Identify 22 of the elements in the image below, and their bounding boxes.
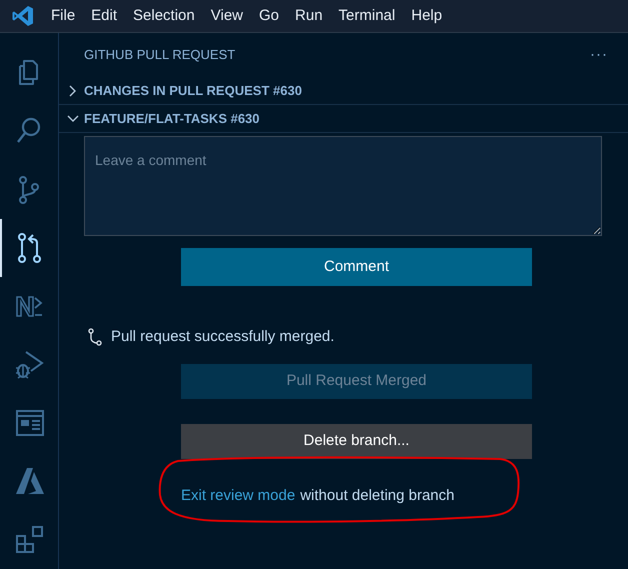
menu-item[interactable]: Run	[287, 4, 331, 28]
extensions-icon	[14, 524, 46, 556]
menu-item[interactable]: Go	[251, 4, 288, 28]
menu-item[interactable]: View	[202, 4, 251, 28]
menu-item[interactable]: Edit	[83, 4, 126, 28]
panel-title: GITHUB PULL REQUEST	[84, 46, 236, 64]
more-actions-button[interactable]: ···	[590, 44, 608, 66]
merge-icon	[88, 328, 102, 346]
menu-item[interactable]: Terminal	[330, 4, 404, 28]
run-debug-icon	[14, 348, 46, 381]
exit-review-text: without deleting branch	[300, 486, 454, 506]
menu-item[interactable]: File	[43, 4, 84, 28]
logo-icon	[11, 4, 35, 28]
comment-field[interactable]: Leave a comment	[84, 136, 602, 236]
merged-status-text: Pull request successfully merged.	[111, 327, 334, 347]
section-header[interactable]: FEATURE/FLAT-TASKS #630	[59, 105, 628, 133]
exit-review-link[interactable]: Exit review mode	[181, 485, 296, 508]
section-header[interactable]: CHANGES IN PULL REQUEST #630	[59, 77, 628, 105]
delete-branch-button[interactable]: Delete branch...	[181, 424, 532, 458]
comment-button[interactable]: Comment	[181, 248, 532, 286]
menu-item[interactable]: Help	[403, 4, 450, 28]
menu-item[interactable]: Selection	[125, 4, 203, 28]
